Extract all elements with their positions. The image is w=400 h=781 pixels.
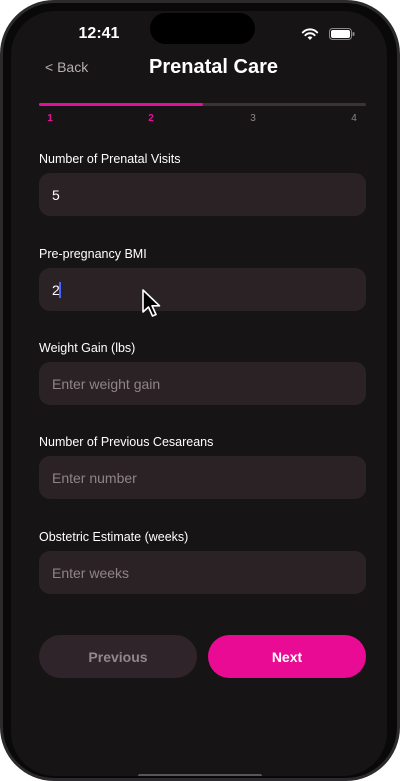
progress-fill [39, 103, 203, 106]
weight-gain-input[interactable] [39, 362, 366, 405]
step-1-indicator: 1 [47, 113, 53, 124]
device-frame: 12:41 < Back Prenatal Care 1 2 3 4 Numbe… [0, 0, 400, 781]
step-4-indicator: 4 [351, 113, 357, 124]
step-3-indicator: 3 [250, 113, 256, 124]
prenatal-visits-label: Number of Prenatal Visits [39, 152, 181, 166]
status-time: 12:41 [78, 25, 120, 42]
app-screen: 12:41 < Back Prenatal Care 1 2 3 4 Numbe… [11, 11, 387, 776]
device-bezel: 12:41 < Back Prenatal Care 1 2 3 4 Numbe… [3, 3, 397, 778]
dynamic-island [150, 13, 255, 44]
prenatal-visits-input[interactable] [39, 173, 366, 216]
text-caret [59, 282, 61, 298]
home-indicator [138, 774, 262, 776]
previous-button[interactable]: Previous [39, 635, 197, 678]
weight-gain-label: Weight Gain (lbs) [39, 341, 136, 355]
battery-icon [329, 28, 355, 40]
progress-bar [39, 103, 366, 106]
previous-cesareans-input[interactable] [39, 456, 366, 499]
obstetric-estimate-label: Obstetric Estimate (weeks) [39, 530, 189, 544]
next-button[interactable]: Next [208, 635, 366, 678]
mouse-pointer-icon [142, 289, 161, 317]
step-2-indicator: 2 [148, 113, 154, 124]
wifi-icon [301, 28, 319, 40]
obstetric-estimate-input[interactable] [39, 551, 366, 594]
pre-pregnancy-bmi-label: Pre-pregnancy BMI [39, 247, 147, 261]
page-title: Prenatal Care [149, 56, 278, 78]
pre-pregnancy-bmi-input[interactable] [39, 268, 366, 311]
previous-cesareans-label: Number of Previous Cesareans [39, 435, 214, 449]
